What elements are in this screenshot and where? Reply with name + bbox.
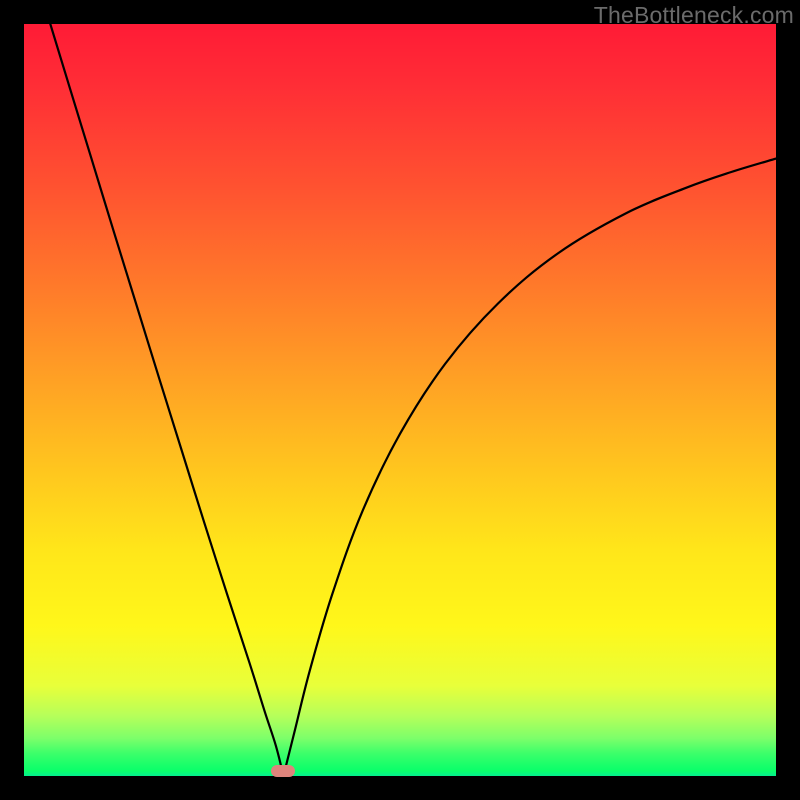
watermark-text: TheBottleneck.com — [594, 2, 794, 29]
plot-frame — [24, 24, 776, 776]
optimum-marker — [271, 765, 295, 777]
curve-path — [50, 24, 776, 776]
bottleneck-curve — [24, 24, 776, 776]
